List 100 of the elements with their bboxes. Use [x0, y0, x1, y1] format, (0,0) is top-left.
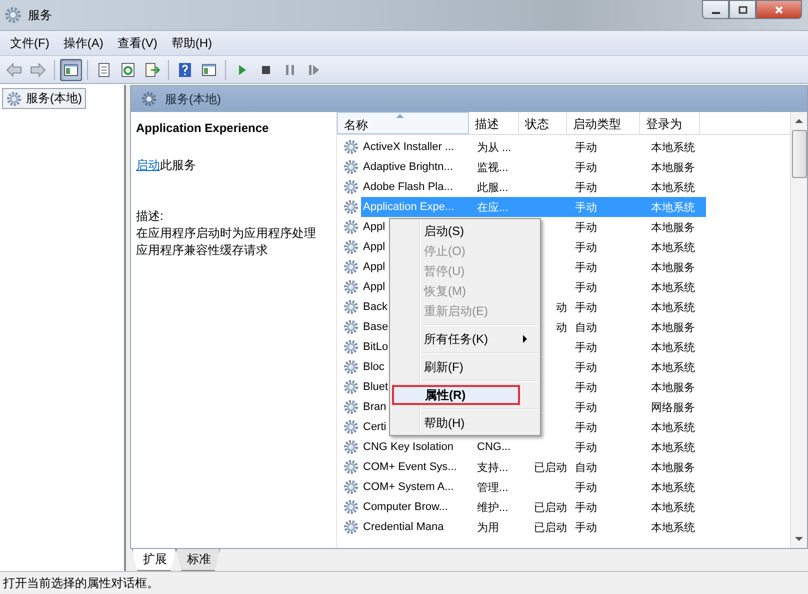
gear-icon [6, 90, 22, 106]
table-cell-text: 手动 [575, 200, 597, 214]
table-cell-text: 此服... [477, 180, 508, 194]
gear-icon [343, 199, 359, 215]
close-icon [774, 4, 784, 14]
table-cell: Back [363, 301, 388, 313]
scrollbar[interactable] [790, 112, 807, 548]
table-cell: CNG Key Isolation [363, 441, 454, 453]
table-cell-text: 手动 [575, 400, 597, 414]
table-cell: Appl [363, 261, 386, 273]
column-header[interactable]: 状态 [519, 112, 567, 134]
table-cell-text: 手动 [575, 140, 597, 154]
window-title: 服务 [28, 6, 52, 24]
minimize-button[interactable] [702, 0, 729, 19]
table-cell-text: 手动 [575, 420, 597, 434]
table-cell-text: 已启动 [534, 500, 567, 514]
view-tab[interactable]: 标准 [176, 549, 220, 571]
status-text: 打开当前选择的属性对话框。 [3, 574, 159, 592]
column-header[interactable]: 名称 [337, 112, 469, 134]
table-cell-text: 手动 [575, 340, 597, 354]
table-cell-text: 自动 [575, 320, 597, 334]
submenu-arrow-icon [523, 335, 527, 343]
menu-item[interactable]: 所有任务(K) [392, 329, 538, 349]
table-cell: Bran [363, 401, 386, 413]
tree-button[interactable] [60, 58, 82, 80]
menu-item[interactable]: 帮助(H) [165, 34, 218, 52]
table-cell-text: 本地系统 [651, 340, 695, 354]
table-cell-text: 动 [556, 300, 567, 314]
gear-icon [141, 91, 157, 107]
start-link[interactable]: 启动 [136, 158, 160, 172]
table-cell-text: 已启动 [534, 460, 567, 474]
table-cell-text: 本地服务 [651, 220, 695, 234]
gear-icon [343, 159, 359, 175]
table-cell-text: 手动 [575, 180, 597, 194]
gear-icon [343, 279, 359, 295]
gear-icon [343, 219, 359, 235]
table-cell-text: 手动 [575, 480, 597, 494]
table-cell-text: 本地系统 [651, 300, 695, 314]
table-cell-text: 本地服务 [651, 320, 695, 334]
menu-item[interactable]: 帮助(H) [392, 413, 538, 433]
menu-item[interactable]: 操作(A) [57, 34, 110, 52]
column-header[interactable]: 登录为 [640, 112, 700, 134]
restore-icon [738, 4, 748, 14]
menu-item[interactable]: 刷新(F) [392, 357, 538, 377]
close-button[interactable] [756, 0, 802, 19]
menu-item[interactable]: 查看(V) [111, 34, 164, 52]
table-cell-text: 手动 [575, 220, 597, 234]
gear-icon [4, 6, 22, 24]
table-cell-text: 管理... [477, 480, 508, 494]
table-cell-text: 手动 [575, 240, 597, 254]
table-cell-text: 本地系统 [651, 200, 695, 214]
table-cell: Credential Mana [363, 521, 444, 533]
gear-icon [343, 379, 359, 395]
table-cell-text: 本地服务 [651, 160, 695, 174]
sort-arrow-icon [396, 114, 404, 118]
panel-icon [63, 62, 79, 78]
scroll-up-icon [795, 119, 803, 123]
menu-item[interactable]: 文件(F) [4, 34, 56, 52]
gear-icon [343, 339, 359, 355]
table-cell: Appl [363, 221, 386, 233]
table-cell: BitLo [363, 341, 388, 353]
gear-icon [343, 419, 359, 435]
view-tab[interactable]: 扩展 [132, 549, 176, 571]
refresh-icon [120, 62, 136, 78]
table-cell-text: 动 [556, 320, 567, 334]
table-cell: COM+ System A... [363, 481, 454, 493]
gear-icon [343, 139, 359, 155]
maximize-button[interactable] [729, 0, 756, 19]
tree-item[interactable]: 服务(本地) [2, 88, 86, 109]
table-cell-text: 手动 [575, 500, 597, 514]
table-cell-text: 已启动 [534, 520, 567, 534]
table-cell: Appl [363, 281, 386, 293]
table-cell: Base [363, 321, 388, 333]
gear-icon [343, 479, 359, 495]
gear-icon [343, 239, 359, 255]
menu-item[interactable]: 属性(R) [392, 385, 520, 405]
table-cell-text: 手动 [575, 360, 597, 374]
menu-item[interactable]: 启动(S) [392, 221, 538, 241]
gear-icon [343, 259, 359, 275]
table-cell: COM+ Event Sys... [363, 461, 457, 473]
table-cell-text: 网络服务 [651, 400, 695, 414]
gear-icon [343, 179, 359, 195]
table-cell-text: 本地服务 [651, 260, 695, 274]
document-icon [96, 62, 112, 78]
table-cell-text: 本地系统 [651, 480, 695, 494]
table-cell-text: 本地系统 [651, 500, 695, 514]
forward-arrow-icon [30, 62, 46, 78]
column-header[interactable]: 描述 [469, 112, 519, 134]
table-cell-text: 本地系统 [651, 520, 695, 534]
table-cell-text: 本地服务 [651, 380, 695, 394]
scroll-thumb[interactable] [792, 130, 806, 178]
column-header[interactable]: 启动类型 [567, 112, 640, 134]
back-arrow-icon [6, 62, 22, 78]
table-cell-text: 本地服务 [651, 460, 695, 474]
gear-icon [343, 399, 359, 415]
table-cell: Application Expe... [363, 201, 454, 213]
panel-icon [201, 62, 217, 78]
table-cell-text: 支持... [477, 460, 508, 474]
table-cell: Adaptive Brightn... [363, 161, 453, 173]
table-cell-text: 手动 [575, 280, 597, 294]
